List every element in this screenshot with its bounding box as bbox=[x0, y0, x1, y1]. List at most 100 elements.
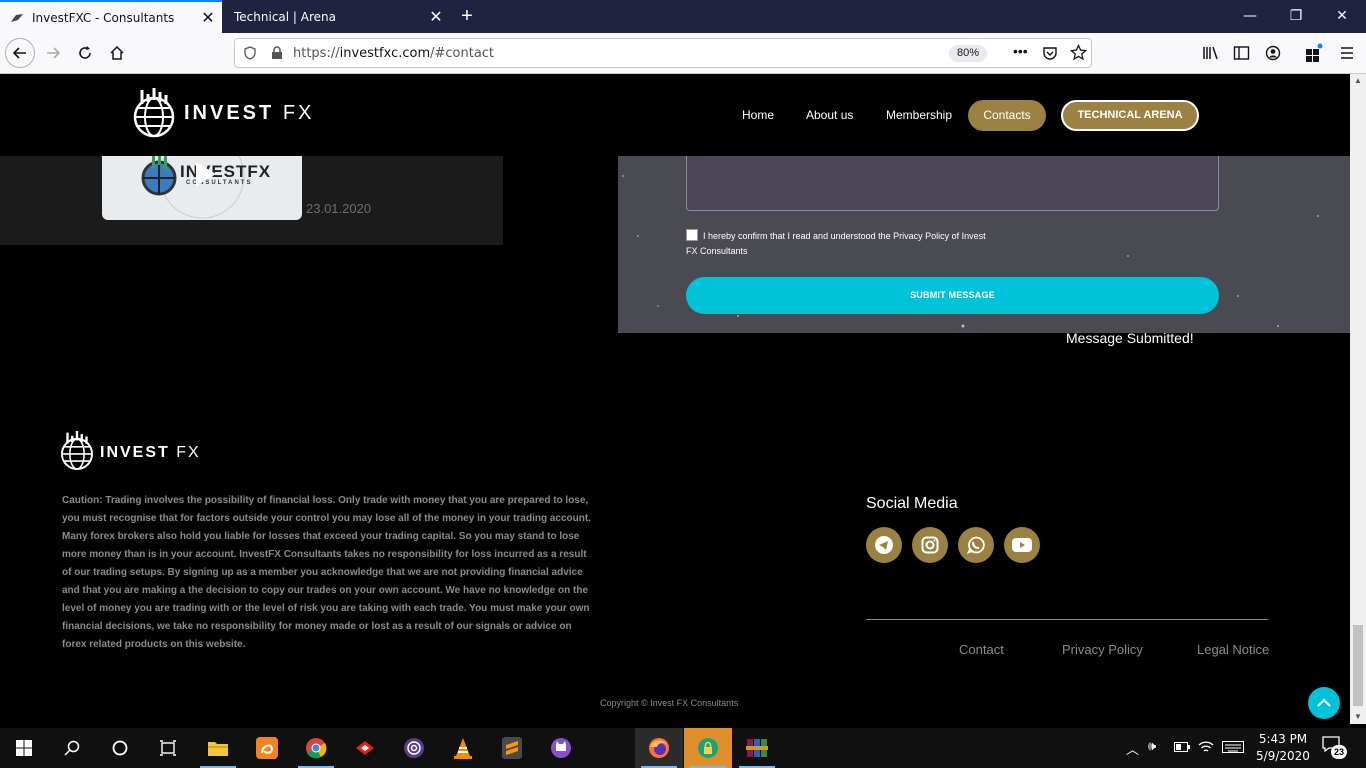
reload-button[interactable] bbox=[70, 38, 100, 68]
url-text[interactable]: https://investfxc.com/#contact bbox=[293, 46, 494, 61]
telegram-icon bbox=[875, 536, 893, 554]
lock-shield-icon bbox=[698, 738, 718, 758]
page-scrollbar[interactable]: ▲ ▼ bbox=[1350, 74, 1366, 724]
sublime-text-app[interactable] bbox=[488, 728, 536, 768]
logo-wordmark-fx: FX bbox=[282, 102, 315, 124]
url-bar[interactable]: https://investfxc.com/#contact 80% ••• bbox=[234, 38, 1092, 68]
red-diamond-icon bbox=[356, 741, 374, 755]
site-favicon-icon bbox=[11, 13, 23, 22]
footer-divider bbox=[866, 619, 1268, 620]
windows-logo-icon bbox=[16, 740, 32, 756]
pocket-icon[interactable] bbox=[1042, 45, 1058, 61]
restore-button[interactable]: ❐ bbox=[1273, 0, 1319, 33]
taskbar-blank-app[interactable] bbox=[586, 728, 634, 768]
uc-browser-app[interactable] bbox=[243, 728, 291, 768]
battery-icon[interactable] bbox=[1174, 742, 1190, 752]
tab-title: Technical | Arena bbox=[234, 9, 336, 24]
close-tab-icon[interactable]: ✕ bbox=[422, 7, 450, 26]
cat-app[interactable] bbox=[537, 728, 585, 768]
technical-arena-button[interactable]: TECHNICAL ARENA bbox=[1061, 100, 1199, 131]
play-icon[interactable] bbox=[192, 160, 218, 188]
tab-investfxc[interactable]: InvestFXC - Consultants ✕ bbox=[0, 0, 222, 33]
url-path: /#contact bbox=[430, 46, 495, 61]
chrome-app[interactable] bbox=[292, 728, 340, 768]
logo-wordmark-fx: FX bbox=[176, 444, 201, 461]
new-tab-button[interactable]: + bbox=[455, 4, 479, 28]
scroll-up-arrow-icon[interactable]: ▲ bbox=[1354, 76, 1362, 85]
swirl-icon bbox=[404, 738, 424, 758]
cortana-button[interactable] bbox=[96, 728, 144, 768]
vpn-app[interactable] bbox=[684, 728, 732, 768]
site-logo[interactable]: INVEST FX bbox=[130, 84, 311, 140]
nav-about-us[interactable]: About us bbox=[806, 108, 853, 122]
account-icon[interactable] bbox=[1265, 45, 1281, 61]
close-tab-icon[interactable]: ✕ bbox=[194, 8, 222, 27]
footer-link-legal-notice[interactable]: Legal Notice bbox=[1197, 642, 1269, 657]
close-window-button[interactable]: ✕ bbox=[1319, 0, 1365, 33]
keyboard-icon[interactable] bbox=[1222, 741, 1244, 753]
contact-form-panel: I hereby confirm that I read and underst… bbox=[618, 156, 1350, 333]
youtube-button[interactable] bbox=[1004, 527, 1040, 563]
instagram-button[interactable] bbox=[912, 527, 948, 563]
tab-technical-arena[interactable]: Technical | Arena ✕ bbox=[222, 0, 450, 33]
cortana-circle-icon bbox=[112, 740, 128, 756]
start-button[interactable] bbox=[0, 728, 48, 768]
bookmark-star-icon[interactable] bbox=[1070, 44, 1087, 61]
firefox-icon bbox=[649, 738, 669, 758]
system-clock[interactable]: 5:43 PM 5/9/2020 bbox=[1253, 731, 1313, 765]
menu-hamburger-icon[interactable] bbox=[1339, 45, 1355, 61]
volume-icon[interactable]: 🕪 bbox=[1148, 739, 1156, 754]
squirrel-icon bbox=[256, 737, 278, 759]
video-thumbnail[interactable]: INVESTFX CONSULTANTS bbox=[102, 156, 302, 220]
back-button[interactable] bbox=[5, 38, 35, 68]
anydesk-app[interactable] bbox=[341, 728, 389, 768]
footer-link-contact[interactable]: Contact bbox=[959, 642, 1004, 657]
nav-contacts-button[interactable]: Contacts bbox=[968, 100, 1046, 131]
scrollbar-thumb[interactable] bbox=[1353, 625, 1363, 706]
forward-button[interactable] bbox=[38, 38, 68, 68]
file-explorer-app[interactable] bbox=[194, 728, 242, 768]
youtube-icon bbox=[1012, 538, 1032, 552]
site-header: INVEST FX Home About us Membership Conta… bbox=[0, 74, 1350, 156]
whatsapp-button[interactable] bbox=[958, 527, 994, 563]
privacy-consent-label: I hereby confirm that I read and underst… bbox=[686, 231, 986, 256]
scroll-down-arrow-icon[interactable]: ▼ bbox=[1354, 712, 1362, 721]
firefox-app[interactable] bbox=[635, 728, 683, 768]
minimize-button[interactable]: — bbox=[1227, 0, 1273, 33]
telegram-button[interactable] bbox=[866, 527, 902, 563]
footer-logo[interactable]: INVEST FX bbox=[58, 428, 201, 474]
extensions-icon[interactable] bbox=[1304, 43, 1324, 63]
windows-taskbar: ︿ 🕪 5:43 PM 5/9/2020 23 bbox=[0, 728, 1366, 768]
web-page: INVEST FX Home About us Membership Conta… bbox=[0, 74, 1350, 724]
logo-wordmark: INVEST bbox=[100, 444, 170, 461]
risk-disclaimer: Caution: Trading involves the possibilit… bbox=[62, 495, 591, 650]
message-textarea[interactable] bbox=[686, 156, 1219, 211]
wifi-icon[interactable] bbox=[1198, 740, 1214, 754]
tray-overflow-chevron-icon[interactable]: ︿ bbox=[1126, 739, 1139, 758]
scroll-to-top-button[interactable] bbox=[1308, 687, 1340, 719]
taskbar-search-button[interactable] bbox=[48, 728, 96, 768]
video-card: INVESTFX CONSULTANTS 23.01.2020 bbox=[0, 156, 503, 245]
forward-arrow-icon bbox=[47, 47, 61, 59]
globe-chart-logo-icon bbox=[60, 431, 94, 470]
tor-browser-app[interactable] bbox=[390, 728, 438, 768]
search-icon bbox=[64, 740, 80, 756]
nav-membership[interactable]: Membership bbox=[886, 108, 952, 122]
vlc-app[interactable] bbox=[439, 728, 487, 768]
nav-home[interactable]: Home bbox=[742, 108, 774, 122]
library-icon[interactable] bbox=[1202, 45, 1219, 61]
footer-link-privacy-policy[interactable]: Privacy Policy bbox=[1062, 642, 1143, 657]
page-actions-icon[interactable]: ••• bbox=[1013, 43, 1028, 59]
action-center-button[interactable]: 23 bbox=[1322, 736, 1348, 760]
browser-tab-bar: InvestFXC - Consultants ✕ Technical | Ar… bbox=[0, 0, 1366, 33]
submit-message-button[interactable]: SUBMIT MESSAGE bbox=[686, 277, 1219, 314]
lock-icon bbox=[272, 46, 282, 59]
task-view-button[interactable] bbox=[144, 728, 192, 768]
task-view-icon bbox=[160, 740, 176, 756]
sidebar-icon[interactable] bbox=[1233, 45, 1250, 61]
clock-time: 5:43 PM bbox=[1258, 732, 1308, 746]
browser-toolbar: https://investfxc.com/#contact 80% ••• bbox=[0, 33, 1366, 74]
home-button[interactable] bbox=[102, 38, 132, 68]
zoom-level-badge[interactable]: 80% bbox=[949, 45, 987, 62]
winrar-app[interactable] bbox=[733, 728, 781, 768]
